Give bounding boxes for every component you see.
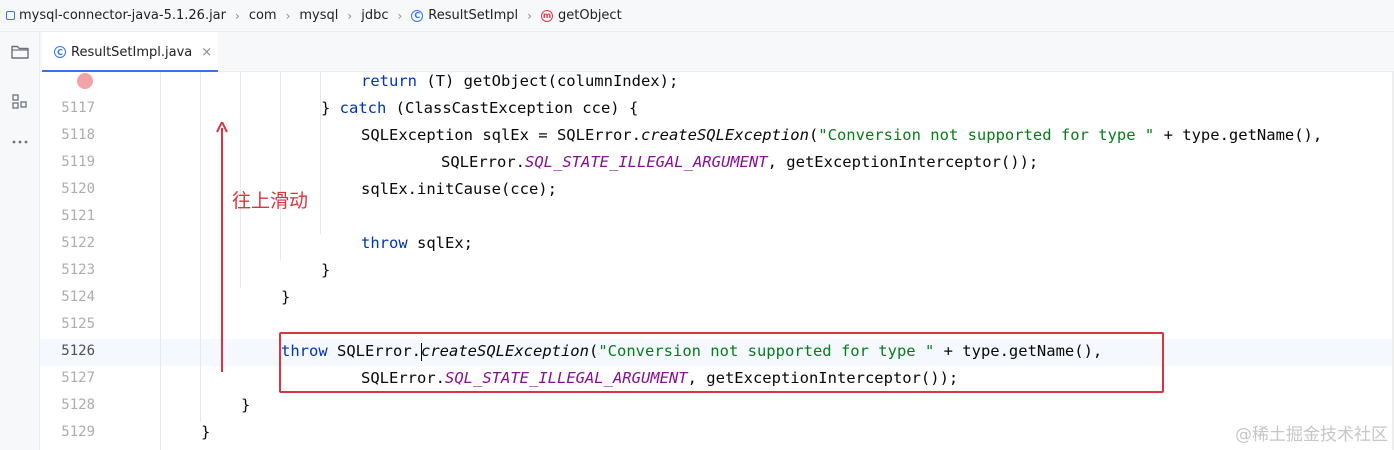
annotation-highlight-box — [279, 332, 1164, 393]
line-number: 5120 — [61, 181, 95, 197]
code-token: SQLError. — [441, 153, 525, 171]
code-token: createSQLException — [640, 126, 809, 144]
code-line[interactable]: 5119 SQLError.SQL_STATE_ILLEGAL_ARGUMENT,… — [40, 149, 1394, 176]
line-number: 5127 — [61, 370, 95, 386]
code-token: } — [281, 288, 291, 306]
code-token: (ClassCastException cce) { — [386, 99, 639, 117]
tab-label: ResultSetImpl.java — [71, 44, 193, 60]
line-number: 5118 — [61, 127, 95, 143]
annotation-label: 往上滑动 — [232, 190, 309, 212]
code-token: } — [241, 396, 251, 414]
code-text: } — [321, 257, 330, 284]
code-token: throw — [361, 234, 408, 252]
jar-icon — [6, 11, 15, 20]
breadcrumb-label: mysql-connector-java-5.1.26.jar — [19, 8, 226, 23]
breadcrumb-item-mysql[interactable]: mysql — [299, 8, 338, 23]
breadcrumb-label: ResultSetImpl — [428, 8, 519, 23]
line-number: 5117 — [61, 100, 95, 116]
code-editor[interactable]: return (T) getObject(columnIndex); 5117 } … — [40, 72, 1394, 450]
tool-window-strip — [0, 32, 40, 450]
code-text: } catch (ClassCastException cce) { — [321, 95, 638, 122]
code-line[interactable]: 5123} — [40, 257, 1394, 284]
ide-window: mysql-connector-java-5.1.26.jar › com › … — [0, 0, 1394, 450]
code-line[interactable]: 5129} — [40, 419, 1394, 446]
breadcrumb-label: com — [248, 8, 277, 23]
code-token: } — [321, 99, 340, 117]
code-token: + type.getName(), — [1154, 126, 1323, 144]
line-number: 5124 — [61, 289, 95, 305]
line-number: 5119 — [61, 154, 95, 170]
chevron-right-icon: › — [397, 8, 403, 23]
structure-icon[interactable] — [10, 92, 30, 112]
close-icon[interactable]: × — [201, 45, 212, 60]
code-text: SQLError.SQL_STATE_ILLEGAL_ARGUMENT, get… — [441, 149, 1038, 176]
code-line[interactable]: 5118 SQLException sqlEx = SQLError.create… — [40, 122, 1394, 149]
breadcrumb-item-method[interactable]: m getObject — [540, 8, 622, 23]
code-text: throw sqlEx; — [361, 230, 473, 257]
code-token: return — [361, 72, 417, 90]
breadcrumb-item-class[interactable]: C ResultSetImpl — [411, 8, 518, 23]
editor-tab-bar: C ResultSetImpl.java × — [40, 32, 1394, 73]
code-text: SQLException sqlEx = SQLError.createSQLE… — [361, 122, 1322, 149]
breadcrumb: mysql-connector-java-5.1.26.jar › com › … — [0, 0, 1394, 32]
class-icon: C — [54, 46, 66, 58]
code-token: SQLException sqlEx = SQLError. — [361, 126, 641, 144]
line-number: 5128 — [61, 397, 95, 413]
chevron-right-icon: › — [527, 8, 532, 23]
code-line[interactable]: 5122 throw sqlEx; — [40, 230, 1394, 257]
line-number: 5123 — [61, 262, 95, 278]
code-token: ( — [808, 126, 819, 144]
code-token: sqlEx; — [407, 234, 473, 252]
code-token: catch — [339, 99, 387, 117]
code-text: return (T) getObject(columnIndex); — [361, 72, 678, 95]
tab-resultsetimpl-java[interactable]: C ResultSetImpl.java × — [42, 32, 218, 73]
chevron-right-icon: › — [285, 8, 291, 23]
arrow-up-icon — [216, 122, 228, 372]
code-token: , getExceptionInterceptor()); — [767, 153, 1039, 171]
code-text: } — [241, 392, 250, 419]
line-number: 5125 — [61, 316, 95, 332]
breadcrumb-item-jar[interactable]: mysql-connector-java-5.1.26.jar — [6, 8, 226, 23]
line-number: 5122 — [61, 235, 95, 251]
code-text: sqlEx.initCause(cce); — [361, 176, 557, 203]
breadcrumb-label: jdbc — [361, 8, 389, 23]
code-line[interactable]: 5124} — [40, 284, 1394, 311]
code-text: } — [201, 419, 210, 446]
breadcrumb-label: mysql — [299, 8, 339, 23]
code-token: } — [321, 261, 331, 279]
code-token: SQL_STATE_ILLEGAL_ARGUMENT — [525, 153, 768, 171]
breadcrumb-item-com[interactable]: com — [249, 8, 277, 23]
chevron-right-icon: › — [235, 8, 240, 23]
line-number: 5121 — [61, 208, 95, 224]
chevron-right-icon: › — [347, 8, 353, 23]
project-folder-icon[interactable] — [10, 42, 30, 62]
more-icon[interactable] — [10, 132, 30, 152]
code-token: "Conversion not supported for type " — [818, 126, 1155, 144]
code-token: } — [201, 423, 211, 441]
line-number: 5126 — [61, 343, 95, 359]
breadcrumb-label: getObject — [557, 8, 622, 23]
code-line[interactable]: return (T) getObject(columnIndex); — [40, 72, 1394, 95]
code-line[interactable]: 5117} catch (ClassCastException cce) { — [40, 95, 1394, 122]
breadcrumb-item-jdbc[interactable]: jdbc — [361, 8, 388, 23]
line-number: 5129 — [61, 424, 95, 440]
code-token: (T) getObject(columnIndex); — [417, 72, 679, 90]
code-text: } — [281, 284, 290, 311]
code-line[interactable]: 5128} — [40, 392, 1394, 419]
method-icon: m — [540, 9, 553, 22]
class-icon: C — [411, 9, 424, 22]
code-token: sqlEx.initCause(cce); — [361, 180, 557, 198]
watermark: @稀土掘金技术社区 — [1235, 425, 1388, 445]
